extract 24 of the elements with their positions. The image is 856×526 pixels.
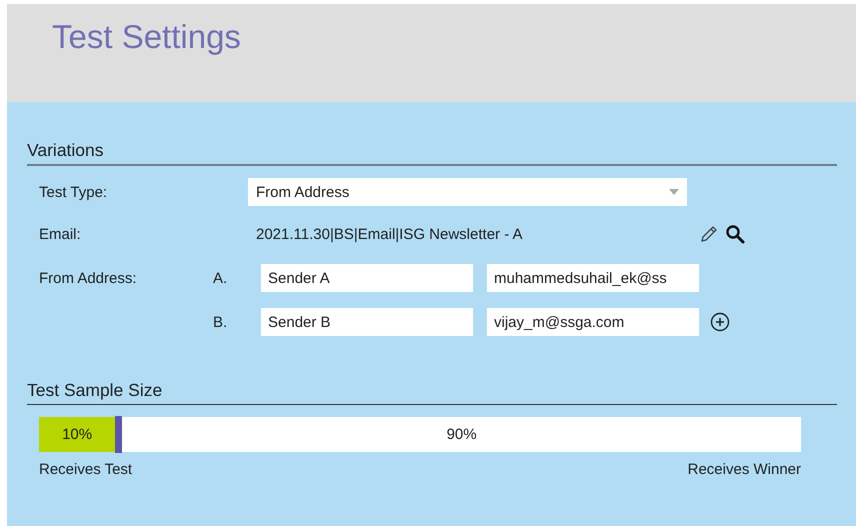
page-title: Test Settings bbox=[52, 18, 242, 56]
edit-icon[interactable] bbox=[699, 224, 719, 244]
section-heading: Variations bbox=[27, 140, 837, 166]
sender-address-field[interactable]: muhammedsuhail_ek@ss bbox=[487, 264, 699, 292]
slider-handle[interactable] bbox=[115, 416, 122, 453]
email-name: 2021.11.30|BS|Email|ISG Newsletter - A bbox=[255, 226, 524, 242]
test-percentage: 10% bbox=[62, 426, 92, 443]
field-label: From Address: bbox=[38, 270, 138, 286]
add-icon[interactable] bbox=[710, 312, 730, 332]
variant-letter: B. bbox=[213, 314, 228, 330]
sender-name-field[interactable]: Sender B bbox=[261, 308, 473, 336]
section-heading: Test Sample Size bbox=[27, 380, 837, 405]
search-icon[interactable] bbox=[725, 224, 745, 244]
sample-slider[interactable]: 10% 90% bbox=[39, 417, 801, 452]
test-type-dropdown[interactable]: From Address bbox=[248, 178, 687, 206]
receives-winner-label: Receives Winner bbox=[688, 461, 801, 478]
sender-address-field[interactable]: vijay_m@ssga.com bbox=[487, 308, 699, 336]
variant-letter: A. bbox=[213, 270, 228, 286]
field-label: Test Type: bbox=[38, 184, 108, 200]
sender-name-field[interactable]: Sender A bbox=[261, 264, 473, 292]
field-label: Email: bbox=[38, 226, 82, 242]
caret-icon bbox=[669, 189, 679, 195]
winner-percentage: 90% bbox=[446, 426, 478, 443]
receives-test-label: Receives Test bbox=[39, 461, 132, 478]
